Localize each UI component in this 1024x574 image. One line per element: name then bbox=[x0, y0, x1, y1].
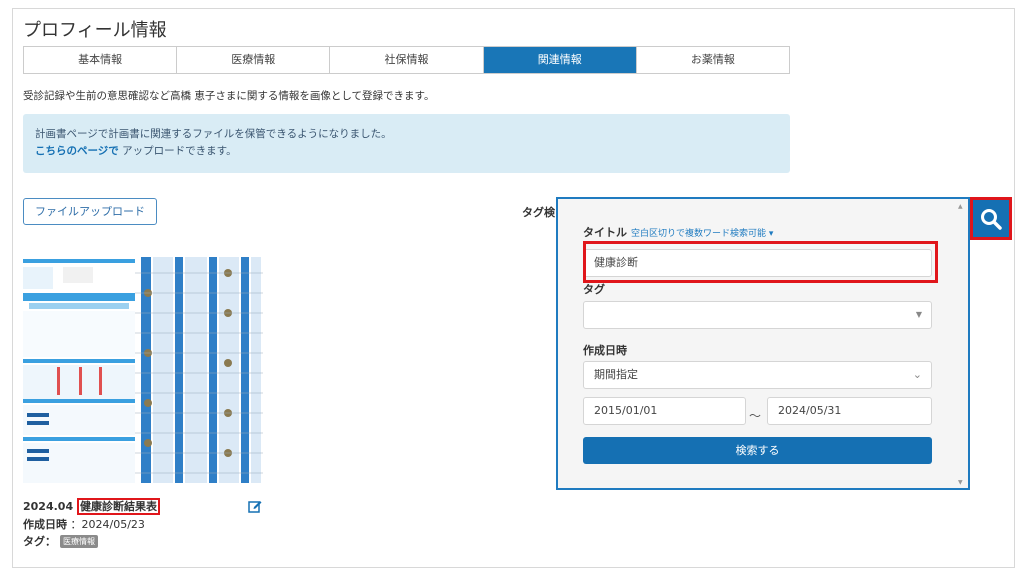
date-range-separator: 〜 bbox=[749, 409, 762, 423]
info-page-link[interactable]: こちらのページで bbox=[35, 145, 119, 157]
panel-scrollbar[interactable]: ▲ ▼ bbox=[956, 201, 966, 486]
tags-label: タグ： bbox=[23, 535, 56, 548]
title-hint-dropdown[interactable]: 空白区切りで複数ワード検索可能 ▾ bbox=[631, 229, 773, 239]
tag-badge: 医療情報 bbox=[60, 534, 98, 548]
document-created: 作成日時 ：2024/05/23 bbox=[23, 516, 145, 532]
tag-select[interactable]: ▼ bbox=[583, 301, 932, 329]
created-value: ：2024/05/23 bbox=[70, 518, 145, 531]
scroll-up-icon[interactable]: ▲ bbox=[958, 203, 963, 210]
tab-social-insurance[interactable]: 社保情報 bbox=[330, 47, 484, 73]
search-toggle-button[interactable] bbox=[970, 197, 1012, 240]
search-date-label: 作成日時 bbox=[583, 344, 627, 357]
section-description: 受診記録や生前の意思確認など高橋 恵子さまに関する情報を画像として登録できます。 bbox=[23, 90, 435, 102]
date-to-input[interactable]: 2024/05/31 bbox=[767, 397, 932, 425]
period-select[interactable]: 期間指定 ⌄ bbox=[583, 361, 932, 389]
document-tags: タグ： 医療情報 bbox=[23, 533, 98, 549]
profile-tabs: 基本情報 医療情報 社保情報 関連情報 お薬情報 bbox=[23, 46, 790, 74]
tag-select-caret-icon: ▼ bbox=[915, 310, 922, 319]
tab-related[interactable]: 関連情報 bbox=[483, 47, 637, 73]
tab-medical[interactable]: 医療情報 bbox=[177, 47, 331, 73]
tab-medication[interactable]: お薬情報 bbox=[636, 47, 790, 73]
date-from-input[interactable]: 2015/01/01 bbox=[583, 397, 746, 425]
info-line-2-rest: アップロードできます。 bbox=[118, 145, 237, 157]
file-upload-button[interactable]: ファイルアップロード bbox=[23, 198, 157, 225]
magnifier-icon bbox=[981, 208, 1002, 230]
title-label-row: タイトル 空白区切りで複数ワード検索可能 ▾ bbox=[583, 224, 773, 240]
document-title-prefix: 2024.04 bbox=[23, 500, 74, 513]
period-select-value: 期間指定 bbox=[594, 368, 638, 381]
search-submit-button[interactable]: 検索する bbox=[583, 437, 932, 464]
chevron-down-icon: ⌄ bbox=[912, 368, 922, 381]
tab-basic[interactable]: 基本情報 bbox=[24, 47, 178, 73]
scroll-down-icon[interactable]: ▼ bbox=[958, 479, 963, 486]
document-title-highlight: 健康診断結果表 bbox=[76, 498, 160, 515]
search-panel: タイトル 空白区切りで複数ワード検索可能 ▾ 健康診断 タグ ▼ 作成日時 期間指… bbox=[556, 197, 970, 490]
document-thumbnail[interactable] bbox=[23, 253, 263, 487]
document-scan-image bbox=[23, 253, 263, 487]
info-notice: 計画書ページで計画書に関連するファイルを保管できるようになりました。 こちらのペ… bbox=[23, 114, 790, 173]
created-label: 作成日時 bbox=[23, 518, 67, 531]
info-line-1: 計画書ページで計画書に関連するファイルを保管できるようになりました。 bbox=[35, 128, 392, 140]
page-title: プロフィール情報 bbox=[23, 20, 167, 41]
info-line-2: こちらのページで アップロードできます。 bbox=[35, 143, 778, 160]
search-tag-label: タグ bbox=[583, 283, 605, 296]
title-input-highlight bbox=[583, 241, 938, 283]
edit-icon[interactable] bbox=[248, 498, 262, 513]
search-title-label: タイトル bbox=[583, 226, 627, 239]
document-title: 2024.04 健康診断結果表 bbox=[23, 498, 160, 515]
tag-search-label: タグ検 bbox=[522, 206, 555, 219]
